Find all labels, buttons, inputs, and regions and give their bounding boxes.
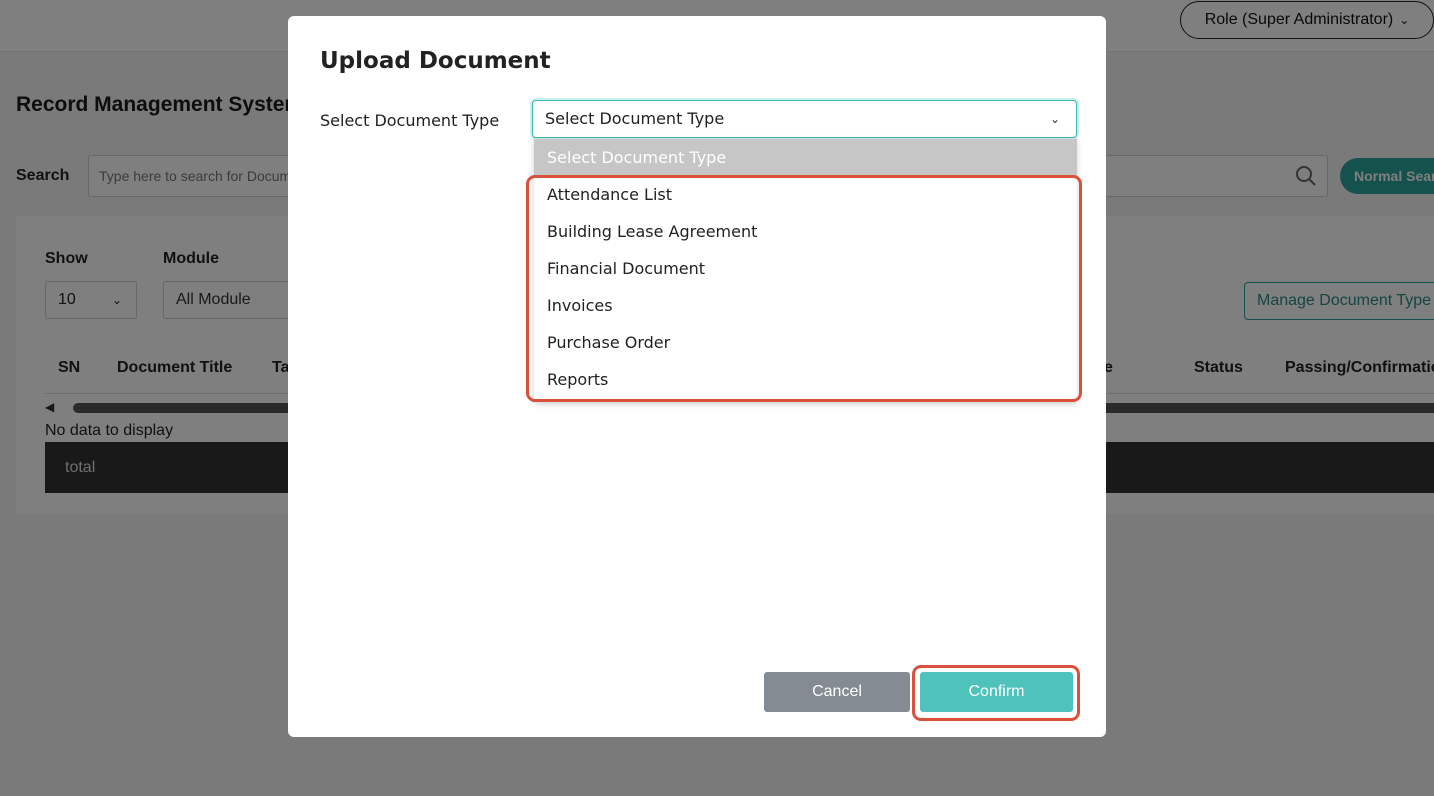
dropdown-option-financial-document[interactable]: Financial Document <box>534 250 1077 287</box>
dropdown-option-placeholder[interactable]: Select Document Type <box>534 139 1077 176</box>
dropdown-option-building-lease-agreement[interactable]: Building Lease Agreement <box>534 213 1077 250</box>
document-type-dropdown-list: Select Document Type Attendance List Bui… <box>534 139 1077 402</box>
document-type-select-value: Select Document Type <box>545 109 725 128</box>
dropdown-option-invoices[interactable]: Invoices <box>534 287 1077 324</box>
upload-document-modal: Upload Document Select Document Type Sel… <box>288 16 1106 737</box>
dropdown-option-purchase-order[interactable]: Purchase Order <box>534 324 1077 361</box>
dropdown-option-reports[interactable]: Reports <box>534 361 1077 398</box>
cancel-button[interactable]: Cancel <box>764 672 910 712</box>
chevron-down-icon: ⌄ <box>1049 112 1060 126</box>
document-type-label: Select Document Type <box>320 111 500 130</box>
document-type-select[interactable]: Select Document Type ⌄ <box>532 100 1077 138</box>
dropdown-option-attendance-list[interactable]: Attendance List <box>534 176 1077 213</box>
confirm-button[interactable]: Confirm <box>920 672 1073 712</box>
modal-title: Upload Document <box>320 48 551 74</box>
